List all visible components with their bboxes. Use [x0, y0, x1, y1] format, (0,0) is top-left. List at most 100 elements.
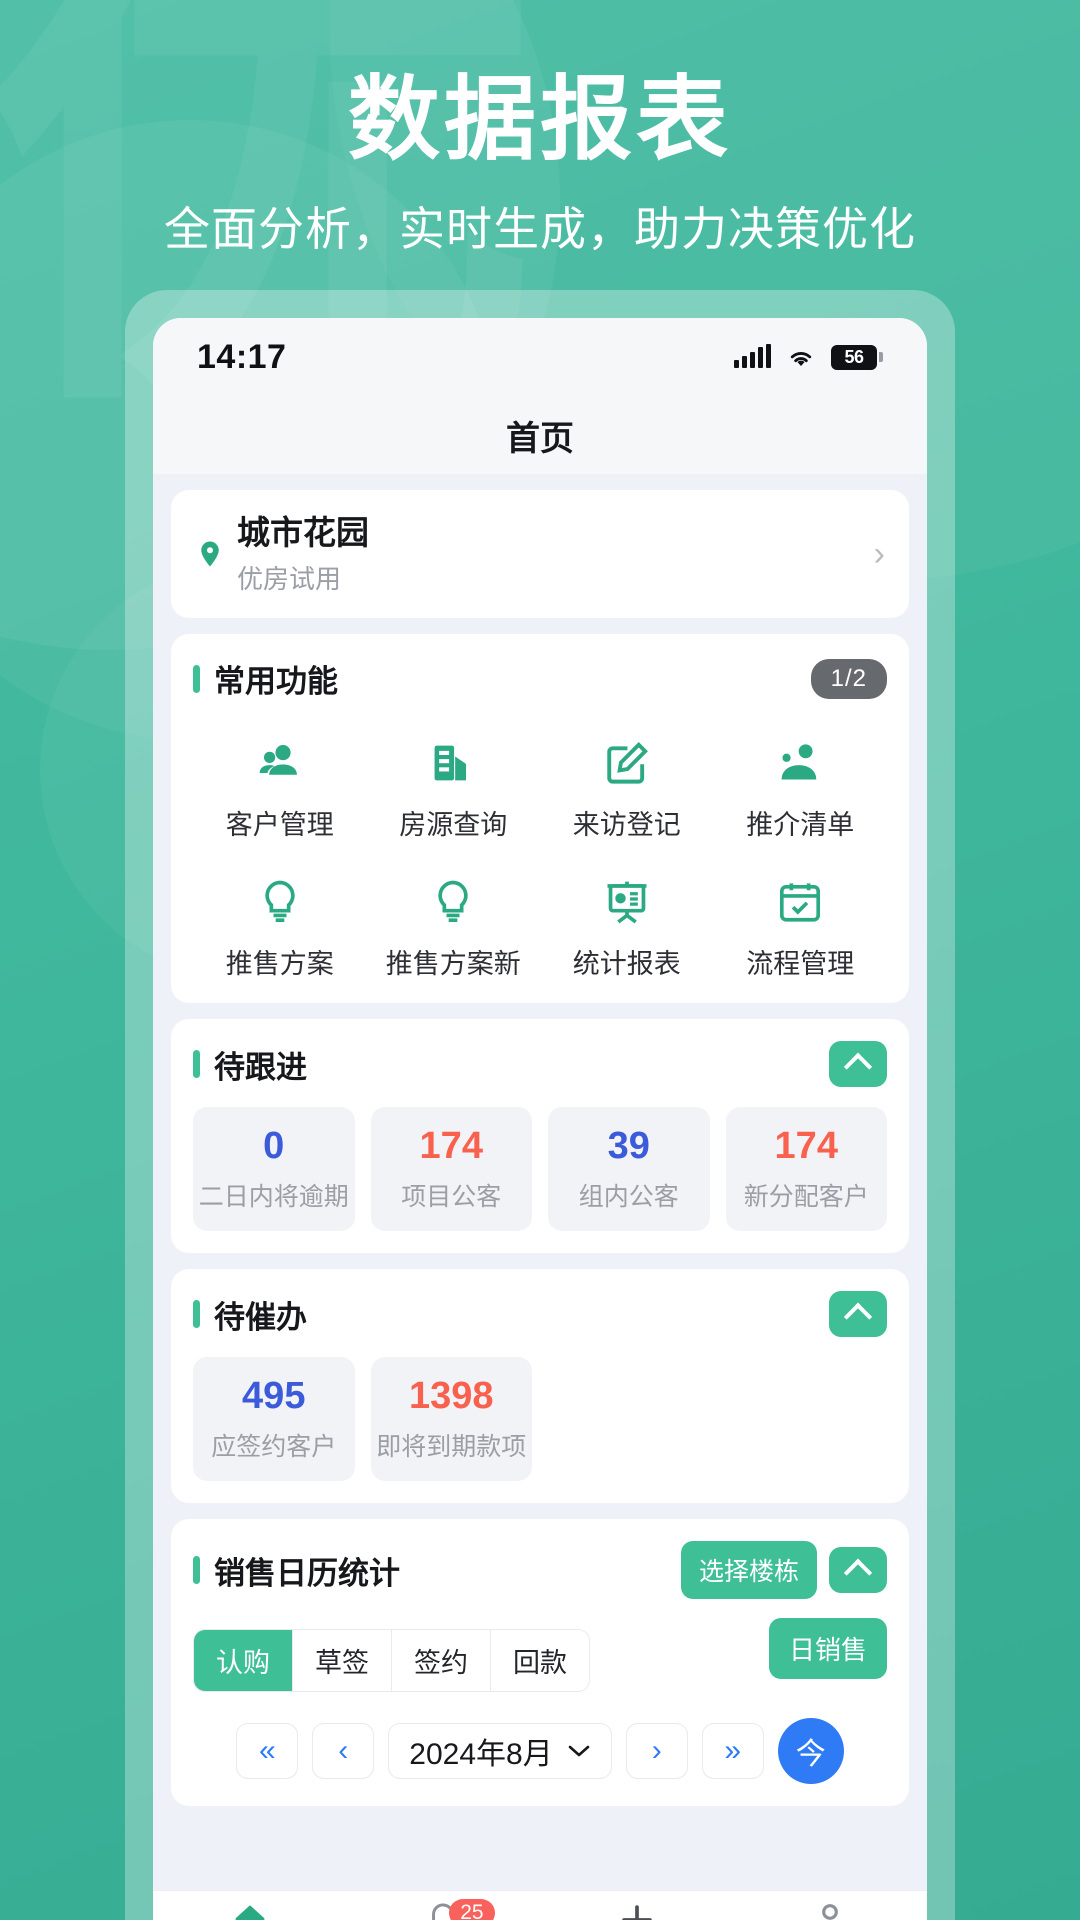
- stat-label: 二日内将逾期: [198, 1183, 349, 1212]
- function-customer-management[interactable]: 客户管理: [193, 727, 367, 842]
- chevron-up-icon[interactable]: [829, 1547, 887, 1594]
- project-name: 城市花园: [237, 514, 369, 551]
- follow-up-title: 待跟进: [214, 1049, 307, 1085]
- phone-mockup: 14:17 56 首页 城市花园 优房试用 › 常用功能 1/2 客户管理 房源…: [125, 290, 955, 1920]
- tabbar-item-new-customer[interactable]: 新建客户: [540, 1891, 734, 1920]
- stat-tile[interactable]: 174 新分配客户: [725, 1107, 887, 1232]
- tabbar-item-mine[interactable]: 我的: [734, 1891, 928, 1920]
- function-visit-register[interactable]: 来访登记: [540, 727, 714, 842]
- signal-bars-icon: [734, 344, 771, 368]
- common-functions-card: 常用功能 1/2 客户管理 房源查询 来访登记 推介清单 推售方案 推售方案新 …: [171, 634, 909, 1004]
- functions-grid: 客户管理 房源查询 来访登记 推介清单 推售方案 推售方案新 统计报表 流程管理: [193, 727, 887, 981]
- function-label: 来访登记: [572, 810, 681, 841]
- stat-tile[interactable]: 495 应签约客户: [193, 1357, 355, 1482]
- status-bar: 14:17 56: [153, 318, 927, 396]
- double-chevron-left-icon[interactable]: «: [236, 1723, 299, 1780]
- person-icon: [822, 1904, 839, 1920]
- referral-list-icon: [774, 727, 826, 789]
- project-selector-card[interactable]: 城市花园 优房试用 ›: [171, 490, 909, 619]
- hero-title: 数据报表: [347, 69, 732, 171]
- customer-management-icon: [254, 727, 306, 789]
- page-indicator-badge: 1/2: [810, 658, 887, 699]
- today-button[interactable]: 今: [777, 1718, 844, 1785]
- follow-up-tiles: 0 二日内将逾期 174 项目公客 39 组内公客 174 新分配客户: [193, 1107, 887, 1232]
- day-sales-button[interactable]: 日销售: [768, 1618, 887, 1680]
- tab-huikuan[interactable]: 回款: [491, 1630, 589, 1692]
- sales-calendar-tabs: 认购 草签 签约 回款: [193, 1629, 590, 1693]
- stat-tile[interactable]: 174 项目公客: [370, 1107, 532, 1232]
- accent-bar: [193, 1050, 200, 1079]
- sales-calendar-tabrow: 认购 草签 签约 回款 日销售: [193, 1605, 887, 1693]
- stat-tile[interactable]: 0 二日内将逾期: [193, 1107, 355, 1232]
- function-sales-plan-new[interactable]: 推售方案新: [367, 866, 541, 981]
- wifi-icon: [790, 352, 812, 366]
- chevron-down-icon: [568, 1745, 590, 1757]
- urge-title: 待催办: [214, 1299, 307, 1335]
- chevron-right-icon[interactable]: ›: [874, 535, 885, 574]
- urge-header: 待催办: [193, 1291, 887, 1338]
- project-sub: 优房试用: [237, 564, 342, 595]
- chevron-up-icon[interactable]: [829, 1041, 887, 1088]
- tabbar-item-messages[interactable]: 25 消息: [347, 1891, 541, 1920]
- location-pin-icon: [201, 541, 219, 567]
- stat-label: 应签约客户: [211, 1433, 337, 1462]
- stat-value: 174: [419, 1125, 483, 1168]
- bottom-tab-bar: 首页 25 消息 新建客户 我的: [153, 1890, 927, 1920]
- sales-calendar-title: 销售日历统计: [214, 1555, 400, 1591]
- stat-tile[interactable]: 1398 即将到期款项: [370, 1357, 532, 1482]
- visit-register-icon: [601, 727, 653, 789]
- tab-renggou[interactable]: 认购: [194, 1630, 293, 1692]
- month-selector[interactable]: 2024年8月: [388, 1723, 612, 1780]
- date-navigation: « ‹ 2024年8月 › » 今: [193, 1718, 887, 1785]
- double-chevron-right-icon[interactable]: »: [701, 1723, 764, 1780]
- page-title: 首页: [506, 419, 574, 458]
- sales-calendar-card: 销售日历统计 选择楼栋 认购 草签 签约 回款 日销售 « ‹ 2024年8月: [171, 1519, 909, 1807]
- function-label: 推售方案: [225, 949, 334, 980]
- chevron-up-icon[interactable]: [829, 1291, 887, 1338]
- plus-icon: [621, 1905, 652, 1920]
- scroll-content[interactable]: 城市花园 优房试用 › 常用功能 1/2 客户管理 房源查询 来访登记 推介清单…: [153, 474, 927, 1890]
- follow-up-header: 待跟进: [193, 1041, 887, 1088]
- function-label: 统计报表: [572, 949, 681, 980]
- function-sales-plan[interactable]: 推售方案: [193, 866, 367, 981]
- stat-value: 495: [242, 1375, 306, 1418]
- hero-section: 数据报表 全面分析，实时生成，助力决策优化: [0, 69, 1080, 259]
- battery-level: 56: [844, 346, 864, 367]
- accent-bar: [193, 1556, 200, 1585]
- function-label: 推售方案新: [385, 949, 521, 980]
- accent-bar: [193, 1300, 200, 1329]
- stat-value: 1398: [408, 1375, 494, 1418]
- stat-label: 即将到期款项: [376, 1433, 527, 1462]
- function-label: 推介清单: [746, 810, 855, 841]
- stat-label: 组内公客: [578, 1183, 679, 1212]
- function-building-search[interactable]: 房源查询: [367, 727, 541, 842]
- common-functions-title: 常用功能: [214, 664, 338, 700]
- common-functions-header: 常用功能 1/2: [193, 656, 887, 701]
- function-process-management[interactable]: 流程管理: [714, 866, 888, 981]
- stat-value: 39: [607, 1125, 650, 1168]
- stat-label: 新分配客户: [743, 1183, 869, 1212]
- stat-value: 0: [263, 1125, 285, 1168]
- function-statistics-report[interactable]: 统计报表: [540, 866, 714, 981]
- function-label: 流程管理: [746, 949, 855, 980]
- bulb-plan-new-icon: [427, 866, 479, 928]
- tab-qianyue[interactable]: 签约: [392, 1630, 491, 1692]
- current-month: 2024年8月: [409, 1738, 553, 1772]
- building-search-icon: [427, 727, 479, 789]
- message-badge: 25: [449, 1899, 495, 1920]
- tabbar-item-home[interactable]: 首页: [153, 1891, 347, 1920]
- phone-screen: 14:17 56 首页 城市花园 优房试用 › 常用功能 1/2 客户管理 房源…: [153, 318, 927, 1920]
- function-label: 客户管理: [225, 810, 334, 841]
- stat-tile[interactable]: 39 组内公客: [548, 1107, 710, 1232]
- chevron-left-icon[interactable]: ‹: [312, 1723, 375, 1780]
- sales-calendar-header: 销售日历统计 选择楼栋: [193, 1541, 887, 1600]
- select-building-button[interactable]: 选择楼栋: [680, 1541, 817, 1600]
- function-referral-list[interactable]: 推介清单: [714, 727, 888, 842]
- accent-bar: [193, 664, 200, 693]
- function-label: 房源查询: [399, 810, 508, 841]
- stat-value: 174: [774, 1125, 838, 1168]
- urge-tiles: 495 应签约客户 1398 即将到期款项: [193, 1357, 887, 1482]
- bulb-plan-icon: [254, 866, 306, 928]
- tab-caoqian[interactable]: 草签: [293, 1630, 392, 1692]
- chevron-right-icon[interactable]: ›: [625, 1723, 688, 1780]
